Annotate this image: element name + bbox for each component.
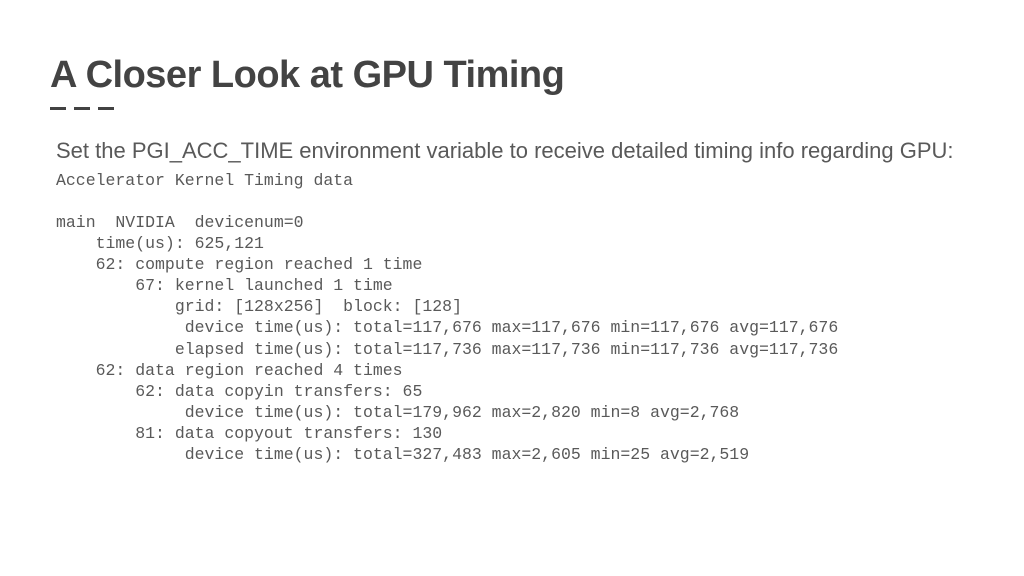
timing-copyin-header: 62: data copyin transfers: 65 xyxy=(56,382,422,401)
timing-main-line: main NVIDIA devicenum=0 xyxy=(56,213,304,232)
timing-device-time-1: device time(us): total=117,676 max=117,6… xyxy=(56,318,838,337)
timing-header: Accelerator Kernel Timing data xyxy=(56,171,353,190)
slide-title: A Closer Look at GPU Timing xyxy=(50,54,974,97)
timing-compute-region: 62: compute region reached 1 time xyxy=(56,255,422,274)
timing-time-us: time(us): 625,121 xyxy=(56,234,264,253)
timing-copyout-header: 81: data copyout transfers: 130 xyxy=(56,424,442,443)
timing-elapsed-time: elapsed time(us): total=117,736 max=117,… xyxy=(56,340,838,359)
timing-data-region: 62: data region reached 4 times xyxy=(56,361,403,380)
timing-copyout-time: device time(us): total=327,483 max=2,605… xyxy=(56,445,749,464)
intro-text: Set the PGI_ACC_TIME environment variabl… xyxy=(56,136,974,166)
timing-kernel-launch: 67: kernel launched 1 time xyxy=(56,276,393,295)
dash-divider-icon xyxy=(50,107,974,110)
timing-copyin-time: device time(us): total=179,962 max=2,820… xyxy=(56,403,739,422)
timing-output: Accelerator Kernel Timing data main NVID… xyxy=(56,170,974,466)
slide: A Closer Look at GPU Timing Set the PGI_… xyxy=(0,0,1024,576)
timing-grid-block: grid: [128x256] block: [128] xyxy=(56,297,462,316)
